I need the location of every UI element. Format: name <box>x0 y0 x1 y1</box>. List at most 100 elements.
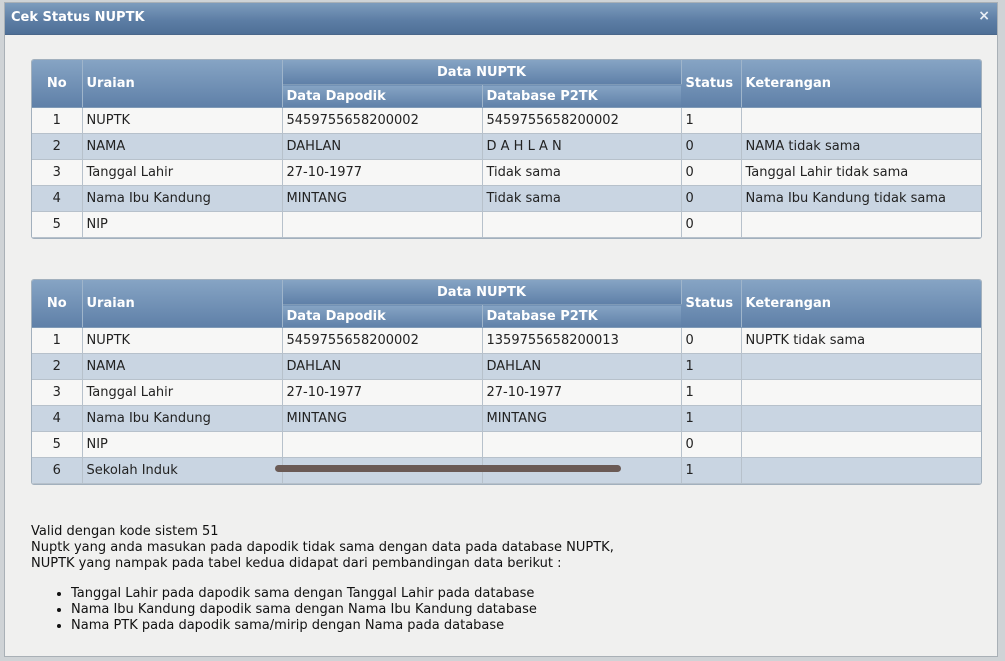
cell-data-dapodik <box>282 211 483 238</box>
cell-no: 2 <box>32 133 83 160</box>
header-status: Status <box>681 280 742 328</box>
cek-status-dialog: Cek Status NUPTK × No Uraian Data NUPTK … <box>4 2 998 657</box>
cell-status: 0 <box>681 133 742 160</box>
table-row: 4 Nama Ibu Kandung MINTANG Tidak sama 0 Nama … <box>32 185 981 212</box>
header-no: No <box>32 280 83 328</box>
cell-uraian: NIP <box>82 431 283 458</box>
cell-database-p2tk: DAHLAN <box>482 353 682 380</box>
cell-uraian: NAMA <box>82 353 283 380</box>
cell-data-dapodik: MINTANG <box>282 185 483 212</box>
header-status: Status <box>681 60 742 108</box>
cell-no: 5 <box>32 211 83 238</box>
cell-status: 1 <box>681 107 742 134</box>
cell-data-dapodik: 27-10-1977 <box>282 159 483 186</box>
header-database-p2tk: Database P2TK <box>482 84 682 108</box>
cell-database-p2tk <box>482 431 682 458</box>
table-row: 1 NUPTK 5459755658200002 5459755658200002 1 <box>32 107 981 134</box>
cell-no: 3 <box>32 379 83 406</box>
cell-database-p2tk: 1359755658200013 <box>482 327 682 354</box>
criteria-item: Nama PTK pada dapodik sama/mirip dengan … <box>71 618 614 634</box>
cell-data-dapodik: 5459755658200002 <box>282 327 483 354</box>
cell-database-p2tk: 5459755658200002 <box>482 107 682 134</box>
cell-no: 1 <box>32 327 83 354</box>
cell-database-p2tk <box>482 211 682 238</box>
header-data-dapodik: Data Dapodik <box>282 84 483 108</box>
comparison-table-1: No Uraian Data NUPTK Status Keterangan D… <box>31 59 982 239</box>
cell-keterangan <box>741 353 981 380</box>
cell-uraian: NUPTK <box>82 327 283 354</box>
cell-keterangan: Nama Ibu Kandung tidak sama <box>741 185 981 212</box>
cell-database-p2tk: D A H L A N <box>482 133 682 160</box>
cell-status: 1 <box>681 457 742 484</box>
cell-uraian: Tanggal Lahir <box>82 159 283 186</box>
cell-status: 0 <box>681 431 742 458</box>
comparison-table-2: No Uraian Data NUPTK Status Keterangan D… <box>31 279 982 485</box>
cell-keterangan <box>741 457 981 484</box>
note-line: NUPTK yang nampak pada tabel kedua didap… <box>31 556 562 571</box>
table-row: 5 NIP 0 <box>32 211 981 238</box>
table-row: 5 NIP 0 <box>32 431 981 458</box>
cell-status: 1 <box>681 405 742 432</box>
cell-uraian: NAMA <box>82 133 283 160</box>
dialog-title-bar[interactable]: Cek Status NUPTK × <box>5 3 997 35</box>
cell-status: 0 <box>681 159 742 186</box>
table-row: 3 Tanggal Lahir 27-10-1977 27-10-1977 1 <box>32 379 981 406</box>
table-row: 2 NAMA DAHLAN D A H L A N 0 NAMA tidak sama <box>32 133 981 160</box>
cell-uraian: NIP <box>82 211 283 238</box>
cell-database-p2tk: MINTANG <box>482 405 682 432</box>
header-uraian: Uraian <box>82 60 283 108</box>
header-database-p2tk: Database P2TK <box>482 304 682 328</box>
cell-uraian: Nama Ibu Kandung <box>82 185 283 212</box>
note-line: Nuptk yang anda masukan pada dapodik tid… <box>31 540 614 555</box>
cell-data-dapodik <box>282 431 483 458</box>
header-data-nuptk: Data NUPTK <box>282 60 682 85</box>
table-row: 2 NAMA DAHLAN DAHLAN 1 <box>32 353 981 380</box>
cell-no: 1 <box>32 107 83 134</box>
header-keterangan: Keterangan <box>741 280 981 328</box>
cell-data-dapodik: MINTANG <box>282 405 483 432</box>
cell-keterangan <box>741 431 981 458</box>
criteria-item: Tanggal Lahir pada dapodik sama dengan T… <box>71 586 614 602</box>
header-uraian: Uraian <box>82 280 283 328</box>
cell-keterangan <box>741 405 981 432</box>
cell-keterangan <box>741 107 981 134</box>
cell-keterangan: NAMA tidak sama <box>741 133 981 160</box>
header-data-dapodik: Data Dapodik <box>282 304 483 328</box>
table-row: 1 NUPTK 5459755658200002 1359755658200013 0 N… <box>32 327 981 354</box>
cell-status: 0 <box>681 327 742 354</box>
cell-database-p2tk: Tidak sama <box>482 185 682 212</box>
criteria-item: Nama Ibu Kandung dapodik sama dengan Nam… <box>71 602 614 618</box>
cell-no: 4 <box>32 405 83 432</box>
cell-keterangan: Tanggal Lahir tidak sama <box>741 159 981 186</box>
cell-data-dapodik: DAHLAN <box>282 133 483 160</box>
cell-uraian: Sekolah Induk <box>82 457 283 484</box>
close-icon[interactable]: × <box>978 8 990 24</box>
cell-data-dapodik: 27-10-1977 <box>282 379 483 406</box>
validation-notes: Valid dengan kode sistem 51 Nuptk yang a… <box>31 524 614 634</box>
cell-database-p2tk: 27-10-1977 <box>482 379 682 406</box>
cell-database-p2tk: Tidak sama <box>482 159 682 186</box>
note-line: Valid dengan kode sistem 51 <box>31 524 219 539</box>
table-row: 4 Nama Ibu Kandung MINTANG MINTANG 1 <box>32 405 981 432</box>
header-data-nuptk: Data NUPTK <box>282 280 682 305</box>
dialog-title: Cek Status NUPTK <box>11 10 145 25</box>
cell-status: 1 <box>681 379 742 406</box>
cell-status: 1 <box>681 353 742 380</box>
cell-uraian: Tanggal Lahir <box>82 379 283 406</box>
cell-no: 5 <box>32 431 83 458</box>
redaction-mark <box>275 465 621 472</box>
cell-no: 4 <box>32 185 83 212</box>
cell-no: 6 <box>32 457 83 484</box>
cell-keterangan <box>741 211 981 238</box>
cell-uraian: Nama Ibu Kandung <box>82 405 283 432</box>
table-row: 3 Tanggal Lahir 27-10-1977 Tidak sama 0 Tangg… <box>32 159 981 186</box>
header-no: No <box>32 60 83 108</box>
cell-status: 0 <box>681 185 742 212</box>
cell-uraian: NUPTK <box>82 107 283 134</box>
cell-data-dapodik: DAHLAN <box>282 353 483 380</box>
cell-status: 0 <box>681 211 742 238</box>
cell-no: 3 <box>32 159 83 186</box>
criteria-list: Tanggal Lahir pada dapodik sama dengan T… <box>31 586 614 634</box>
header-keterangan: Keterangan <box>741 60 981 108</box>
cell-no: 2 <box>32 353 83 380</box>
